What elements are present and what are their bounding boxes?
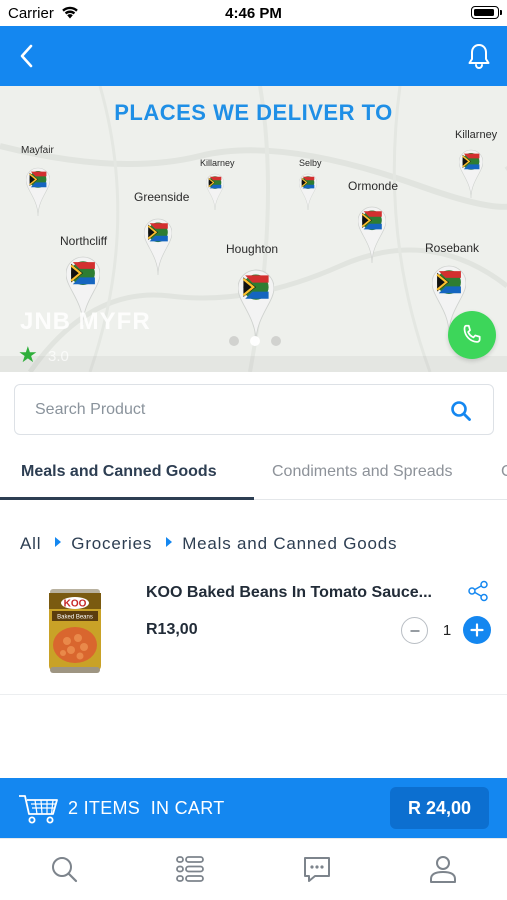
- nav-search[interactable]: [48, 853, 80, 885]
- phone-icon: [463, 324, 481, 343]
- chevron-left-icon: [20, 44, 33, 68]
- tab-condiments-and-spreads[interactable]: Condiments and Spreads: [272, 463, 453, 481]
- app-header: [0, 26, 507, 86]
- map-pin-icon: [459, 149, 483, 199]
- place-label: Mayfair: [21, 145, 54, 156]
- banner-headline: PLACES WE DELIVER TO: [114, 100, 393, 125]
- place-label: Ormonde: [348, 179, 399, 193]
- store-rating: 3.0: [48, 348, 69, 365]
- profile-icon: [430, 856, 456, 883]
- carousel-dots: [229, 336, 281, 346]
- status-bar: Carrier 4:46 PM: [0, 0, 507, 26]
- product-brand-text: KOO: [64, 599, 87, 610]
- map-pin-icon: [206, 173, 224, 211]
- carousel-dot[interactable]: [271, 336, 281, 346]
- caret-right-icon: [55, 537, 62, 547]
- place-label: Killarney: [455, 129, 498, 141]
- minus-icon: [410, 629, 419, 632]
- cart-bar[interactable]: 2 ITEMS IN CART R 24,00: [0, 778, 507, 838]
- product-image[interactable]: KOO Baked Beans: [46, 587, 104, 675]
- map-pin-icon: [238, 269, 274, 343]
- place-label: Selby: [299, 158, 322, 168]
- star-icon: ★: [18, 342, 38, 367]
- search-icon: [52, 857, 78, 883]
- breadcrumb-groceries[interactable]: Groceries: [71, 534, 152, 554]
- breadcrumb-current[interactable]: Meals and Canned Goods: [182, 534, 397, 554]
- plus-icon: [470, 623, 484, 637]
- carousel-dot-active[interactable]: [250, 336, 260, 346]
- active-tab-indicator: [0, 497, 254, 500]
- chat-icon: [304, 857, 330, 882]
- search-icon[interactable]: [449, 399, 473, 423]
- clock: 4:46 PM: [225, 5, 282, 22]
- call-button[interactable]: [448, 311, 496, 359]
- breadcrumb-all[interactable]: All: [20, 534, 41, 554]
- shopping-cart-icon: [19, 795, 58, 824]
- map-pin-icon: [358, 206, 386, 264]
- cart-total-button[interactable]: R 24,00: [390, 787, 489, 829]
- notifications-button[interactable]: [463, 40, 495, 72]
- product-name[interactable]: KOO Baked Beans In Tomato Sauce...: [146, 584, 456, 602]
- nav-profile[interactable]: [427, 853, 459, 885]
- map-pin-icon: [26, 167, 50, 217]
- back-button[interactable]: [12, 40, 44, 72]
- decrease-quantity-button[interactable]: [401, 617, 428, 644]
- map-pin-icon: [144, 218, 172, 276]
- tab-meals-and-canned-goods[interactable]: Meals and Canned Goods: [21, 463, 217, 481]
- cart-items-label: 2 ITEMS IN CART: [68, 798, 225, 818]
- place-label: Northcliff: [60, 234, 108, 248]
- nav-messages[interactable]: [301, 853, 333, 885]
- place-label: Rosebank: [425, 241, 480, 255]
- tab-next-category[interactable]: C: [501, 463, 507, 481]
- list-icon: [176, 856, 204, 882]
- product-price: R13,00: [146, 621, 198, 638]
- place-label: Killarney: [200, 158, 235, 168]
- battery-icon: [471, 6, 502, 19]
- store-banner[interactable]: PLACES WE DELIVER TO Mayfair Killarney S…: [0, 86, 507, 372]
- product-list-item[interactable]: KOO Baked Beans KOO Baked Beans In Tomat…: [0, 565, 507, 695]
- place-label: Houghton: [226, 242, 279, 256]
- increase-quantity-button[interactable]: [463, 616, 491, 644]
- bottom-navigation: [0, 838, 507, 900]
- quantity-value: 1: [442, 622, 452, 639]
- carousel-dot[interactable]: [229, 336, 239, 346]
- search-bar: [14, 384, 494, 435]
- share-icon[interactable]: [467, 580, 489, 602]
- place-label: Greenside: [134, 190, 190, 204]
- category-tabs: Meals and Canned Goods Condiments and Sp…: [0, 446, 507, 500]
- nav-categories[interactable]: [174, 853, 206, 885]
- breadcrumb: All Groceries Meals and Canned Goods: [20, 534, 397, 554]
- store-name: JNB MYFR: [20, 308, 151, 335]
- product-can-text: Baked Beans: [57, 615, 93, 621]
- bell-icon: [468, 44, 490, 69]
- map-pin-icon: [299, 173, 317, 211]
- caret-right-icon: [166, 537, 173, 547]
- search-input[interactable]: [35, 398, 415, 422]
